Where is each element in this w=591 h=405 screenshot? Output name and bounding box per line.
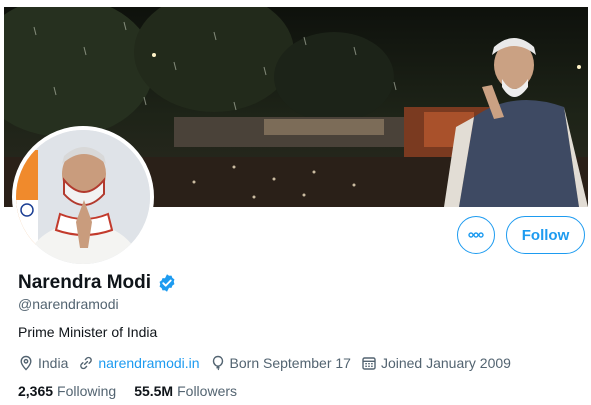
follow-counts: 2,365 Following 55.5M Followers xyxy=(18,381,255,401)
meta-joined: Joined January 2009 xyxy=(361,355,511,371)
balloon-icon xyxy=(212,355,223,371)
meta-location: India xyxy=(18,355,68,371)
location-pin-icon xyxy=(20,355,32,371)
profile-avatar[interactable] xyxy=(12,126,154,268)
followers-label: Followers xyxy=(177,383,238,399)
birthday-text: Born September 17 xyxy=(229,355,351,371)
display-name: Narendra Modi xyxy=(18,272,152,293)
followers-link[interactable]: 55.5M Followers xyxy=(134,383,237,399)
following-link[interactable]: 2,365 Following xyxy=(18,383,116,399)
link-icon xyxy=(80,356,93,370)
verified-badge-icon xyxy=(159,274,175,292)
following-label: Following xyxy=(57,383,117,399)
profile-meta: India narendramodi.in Born September 17 xyxy=(18,353,511,373)
profile-header: Follow Narendra Modi @narendramodi Prime… xyxy=(0,0,591,405)
name-row: Narendra Modi xyxy=(18,271,177,295)
followers-count: 55.5M xyxy=(134,383,174,399)
meta-birthday: Born September 17 xyxy=(210,355,351,371)
location-text: India xyxy=(38,355,69,371)
more-options-icon xyxy=(468,232,484,238)
joined-text: Joined January 2009 xyxy=(380,355,511,371)
more-options-button[interactable] xyxy=(457,216,495,254)
profile-handle: @narendramodi xyxy=(18,296,119,312)
website-link[interactable]: narendramodi.in xyxy=(98,355,199,371)
profile-bio: Prime Minister of India xyxy=(18,324,158,340)
follow-button[interactable]: Follow xyxy=(506,216,585,254)
meta-website[interactable]: narendramodi.in xyxy=(78,355,200,371)
following-count: 2,365 xyxy=(18,383,54,399)
calendar-icon xyxy=(362,357,376,370)
avatar-image xyxy=(16,130,150,264)
